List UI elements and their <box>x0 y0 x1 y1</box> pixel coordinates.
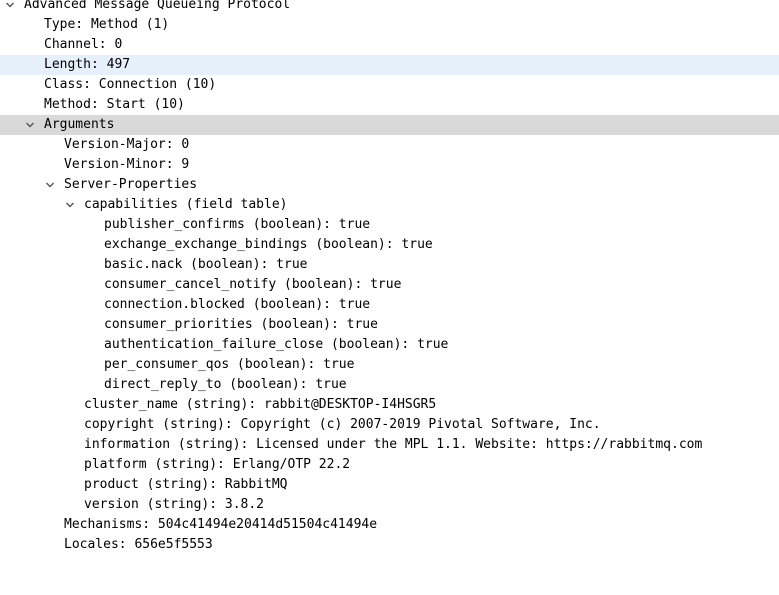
tree-row-product[interactable]: product (string): RabbitMQ <box>0 475 779 495</box>
tree-row-locales[interactable]: Locales: 656e5f5553 <box>0 535 779 555</box>
tree-row-capability[interactable]: direct_reply_to (boolean): true <box>0 375 779 395</box>
tree-row-capability[interactable]: consumer_cancel_notify (boolean): true <box>0 275 779 295</box>
tree-label-locales: Locales: 656e5f5553 <box>64 537 213 552</box>
tree-label-information: information (string): Licensed under the… <box>84 437 703 452</box>
chevron-down-icon[interactable] <box>24 115 36 135</box>
tree-row-capability[interactable]: authentication_failure_close (boolean): … <box>0 335 779 355</box>
tree-label-version-major: Version-Major: 0 <box>64 137 190 152</box>
tree-row-capabilities[interactable]: capabilities (field table) <box>0 195 779 215</box>
tree-row-method[interactable]: Method: Start (10) <box>0 95 779 115</box>
tree-label-arguments: Arguments <box>44 117 115 132</box>
tree-label-channel: Channel: 0 <box>44 37 123 52</box>
tree-row-version-minor[interactable]: Version-Minor: 9 <box>0 155 779 175</box>
tree-label-copyright: copyright (string): Copyright (c) 2007-2… <box>84 417 601 432</box>
tree-label-length: Length: 497 <box>44 57 131 72</box>
tree-row-capability[interactable]: exchange_exchange_bindings (boolean): tr… <box>0 235 779 255</box>
tree-label-server-properties: Server-Properties <box>64 177 198 192</box>
tree-row-channel[interactable]: Channel: 0 <box>0 35 779 55</box>
tree-label-platform: platform (string): Erlang/OTP 22.2 <box>84 457 351 472</box>
tree-label-capability: direct_reply_to (boolean): true <box>104 377 347 392</box>
tree-row-server-properties[interactable]: Server-Properties <box>0 175 779 195</box>
tree-label-capability: consumer_cancel_notify (boolean): true <box>104 277 402 292</box>
tree-label-capabilities: capabilities (field table) <box>84 197 288 212</box>
tree-row-cluster-name[interactable]: cluster_name (string): rabbit@DESKTOP-I4… <box>0 395 779 415</box>
tree-row-platform[interactable]: platform (string): Erlang/OTP 22.2 <box>0 455 779 475</box>
tree-row-length[interactable]: Length: 497 <box>0 55 779 75</box>
tree-label-capability: authentication_failure_close (boolean): … <box>104 337 449 352</box>
tree-label-capability: publisher_confirms (boolean): true <box>104 217 371 232</box>
tree-label-capability: per_consumer_qos (boolean): true <box>104 357 355 372</box>
tree-row-mechanisms[interactable]: Mechanisms: 504c41494e20414d51504c41494e <box>0 515 779 535</box>
tree-label-capability: exchange_exchange_bindings (boolean): tr… <box>104 237 433 252</box>
tree-row-capability[interactable]: publisher_confirms (boolean): true <box>0 215 779 235</box>
tree-label-capability: connection.blocked (boolean): true <box>104 297 371 312</box>
tree-row-capability[interactable]: consumer_priorities (boolean): true <box>0 315 779 335</box>
tree-label-mechanisms: Mechanisms: 504c41494e20414d51504c41494e <box>64 517 378 532</box>
tree-label-method: Method: Start (10) <box>44 97 185 112</box>
tree-label-amqp: Advanced Message Queueing Protocol <box>24 0 291 12</box>
tree-label-version: version (string): 3.8.2 <box>84 497 265 512</box>
tree-row-copyright[interactable]: copyright (string): Copyright (c) 2007-2… <box>0 415 779 435</box>
tree-row-capability[interactable]: per_consumer_qos (boolean): true <box>0 355 779 375</box>
tree-row-capability[interactable]: connection.blocked (boolean): true <box>0 295 779 315</box>
chevron-down-icon[interactable] <box>64 195 76 215</box>
chevron-down-icon[interactable] <box>44 175 56 195</box>
tree-label-type: Type: Method (1) <box>44 17 170 32</box>
tree-row-version[interactable]: version (string): 3.8.2 <box>0 495 779 515</box>
tree-label-cluster-name: cluster_name (string): rabbit@DESKTOP-I4… <box>84 397 437 412</box>
tree-label-capability: basic.nack (boolean): true <box>104 257 308 272</box>
tree-row-version-major[interactable]: Version-Major: 0 <box>0 135 779 155</box>
tree-row-information[interactable]: information (string): Licensed under the… <box>0 435 779 455</box>
tree-row-amqp[interactable]: Advanced Message Queueing Protocol <box>0 0 779 15</box>
tree-row-arguments[interactable]: Arguments <box>0 115 779 135</box>
tree-row-class[interactable]: Class: Connection (10) <box>0 75 779 95</box>
chevron-down-icon[interactable] <box>4 0 16 15</box>
tree-label-product: product (string): RabbitMQ <box>84 477 288 492</box>
tree-label-class: Class: Connection (10) <box>44 77 217 92</box>
tree-row-capability[interactable]: basic.nack (boolean): true <box>0 255 779 275</box>
tree-label-version-minor: Version-Minor: 9 <box>64 157 190 172</box>
tree-row-type[interactable]: Type: Method (1) <box>0 15 779 35</box>
tree-label-capability: consumer_priorities (boolean): true <box>104 317 378 332</box>
packet-details-tree: Advanced Message Queueing Protocol Type:… <box>0 0 779 555</box>
